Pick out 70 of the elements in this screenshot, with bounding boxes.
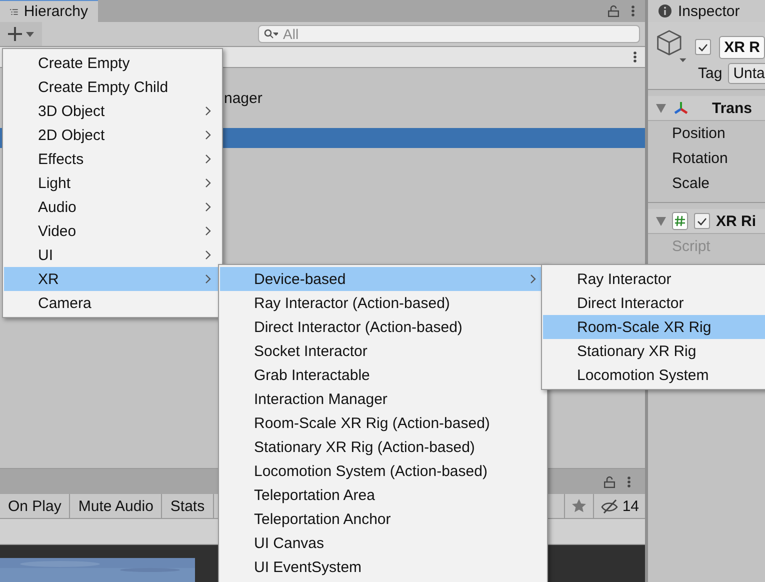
menu-item[interactable]: UI Canvas	[220, 531, 546, 555]
chevron-icon	[205, 202, 211, 212]
lock-icon[interactable]	[604, 476, 615, 488]
menu-item[interactable]: XR	[4, 267, 221, 291]
menu-item[interactable]: Create Empty Child	[4, 75, 221, 99]
menu-item[interactable]: Locomotion System	[543, 363, 765, 387]
field-label: Rotation	[671, 149, 729, 169]
menu-item[interactable]: Room-Scale XR Rig	[543, 315, 765, 339]
field-label: Script	[671, 237, 712, 257]
checkbox[interactable]	[694, 213, 710, 229]
toolbar-button[interactable]: Stats	[162, 494, 214, 518]
star-icon	[571, 498, 588, 514]
eye-slash-icon	[600, 498, 620, 514]
search-field[interactable]: All	[258, 25, 640, 43]
more-icon[interactable]	[633, 51, 637, 63]
menu-item[interactable]: Stationary XR Rig	[543, 339, 765, 363]
field-label: Scale	[671, 174, 711, 194]
create-dropdown[interactable]	[0, 22, 42, 46]
component-title: Trans	[712, 100, 752, 116]
chevron-icon	[530, 274, 536, 284]
menu-item[interactable]: Ray Interactor	[543, 267, 765, 291]
checkbox[interactable]	[695, 39, 712, 55]
list-icon	[10, 6, 18, 16]
component-title: XR Ri	[716, 212, 756, 230]
foldout-icon[interactable]	[656, 104, 666, 112]
tag-dropdown[interactable]: Unta	[728, 63, 765, 84]
toolbar-button[interactable]: On Play	[0, 494, 70, 518]
menu-item[interactable]: Stationary XR Rig (Action-based)	[220, 435, 546, 459]
hierarchy-row[interactable]: nager	[224, 90, 262, 106]
lock-icon[interactable]	[608, 5, 619, 17]
more-icon[interactable]	[631, 5, 635, 17]
menu-item[interactable]: 2D Object	[4, 123, 221, 147]
chevron-icon	[205, 274, 211, 284]
menu-item[interactable]: Light	[4, 171, 221, 195]
chevron-icon	[205, 250, 211, 260]
field-label: Position	[671, 124, 726, 144]
search-icon	[264, 29, 278, 39]
tab-label: Hierarchy	[24, 3, 88, 20]
menu-item[interactable]: Audio	[4, 195, 221, 219]
chevron-icon	[205, 178, 211, 188]
chevron-icon	[205, 226, 211, 236]
chevron-icon	[205, 154, 211, 164]
menu-item[interactable]: Room-Scale XR Rig (Action-based)	[220, 411, 546, 435]
hierarchy-tab[interactable]: Hierarchy	[0, 0, 98, 22]
menu-item[interactable]: Video	[4, 219, 221, 243]
toolbar-button[interactable]: Mute Audio	[70, 494, 162, 518]
tag-label: Tag	[698, 65, 722, 82]
plus-icon	[8, 27, 34, 41]
chevron-icon	[205, 106, 211, 116]
menu-item[interactable]: Camera	[4, 291, 221, 315]
menu-item[interactable]: Teleportation Anchor	[220, 507, 546, 531]
menu-item[interactable]: Create Empty	[4, 51, 221, 75]
axes-icon	[672, 100, 690, 116]
script-icon	[672, 212, 688, 230]
check-icon	[698, 42, 708, 52]
inspector-tab[interactable]: Inspector	[648, 0, 765, 22]
menu-item[interactable]: Teleportation Area	[220, 483, 546, 507]
menu-item[interactable]: 3D Object	[4, 99, 221, 123]
menu-item[interactable]: Direct Interactor	[543, 291, 765, 315]
menu-item[interactable]: Locomotion System (Action-based)	[220, 459, 546, 483]
check-icon	[697, 216, 707, 226]
chevron-icon	[205, 130, 211, 140]
menu-item[interactable]: UI	[4, 243, 221, 267]
menu-item[interactable]: Interaction Manager	[220, 387, 546, 411]
info-icon	[658, 4, 672, 18]
foldout-icon[interactable]	[656, 216, 666, 226]
name-field[interactable]: XR R	[719, 36, 765, 58]
tab-label: Inspector	[678, 2, 740, 20]
menu-item[interactable]: Effects	[4, 147, 221, 171]
more-icon[interactable]	[627, 476, 631, 488]
